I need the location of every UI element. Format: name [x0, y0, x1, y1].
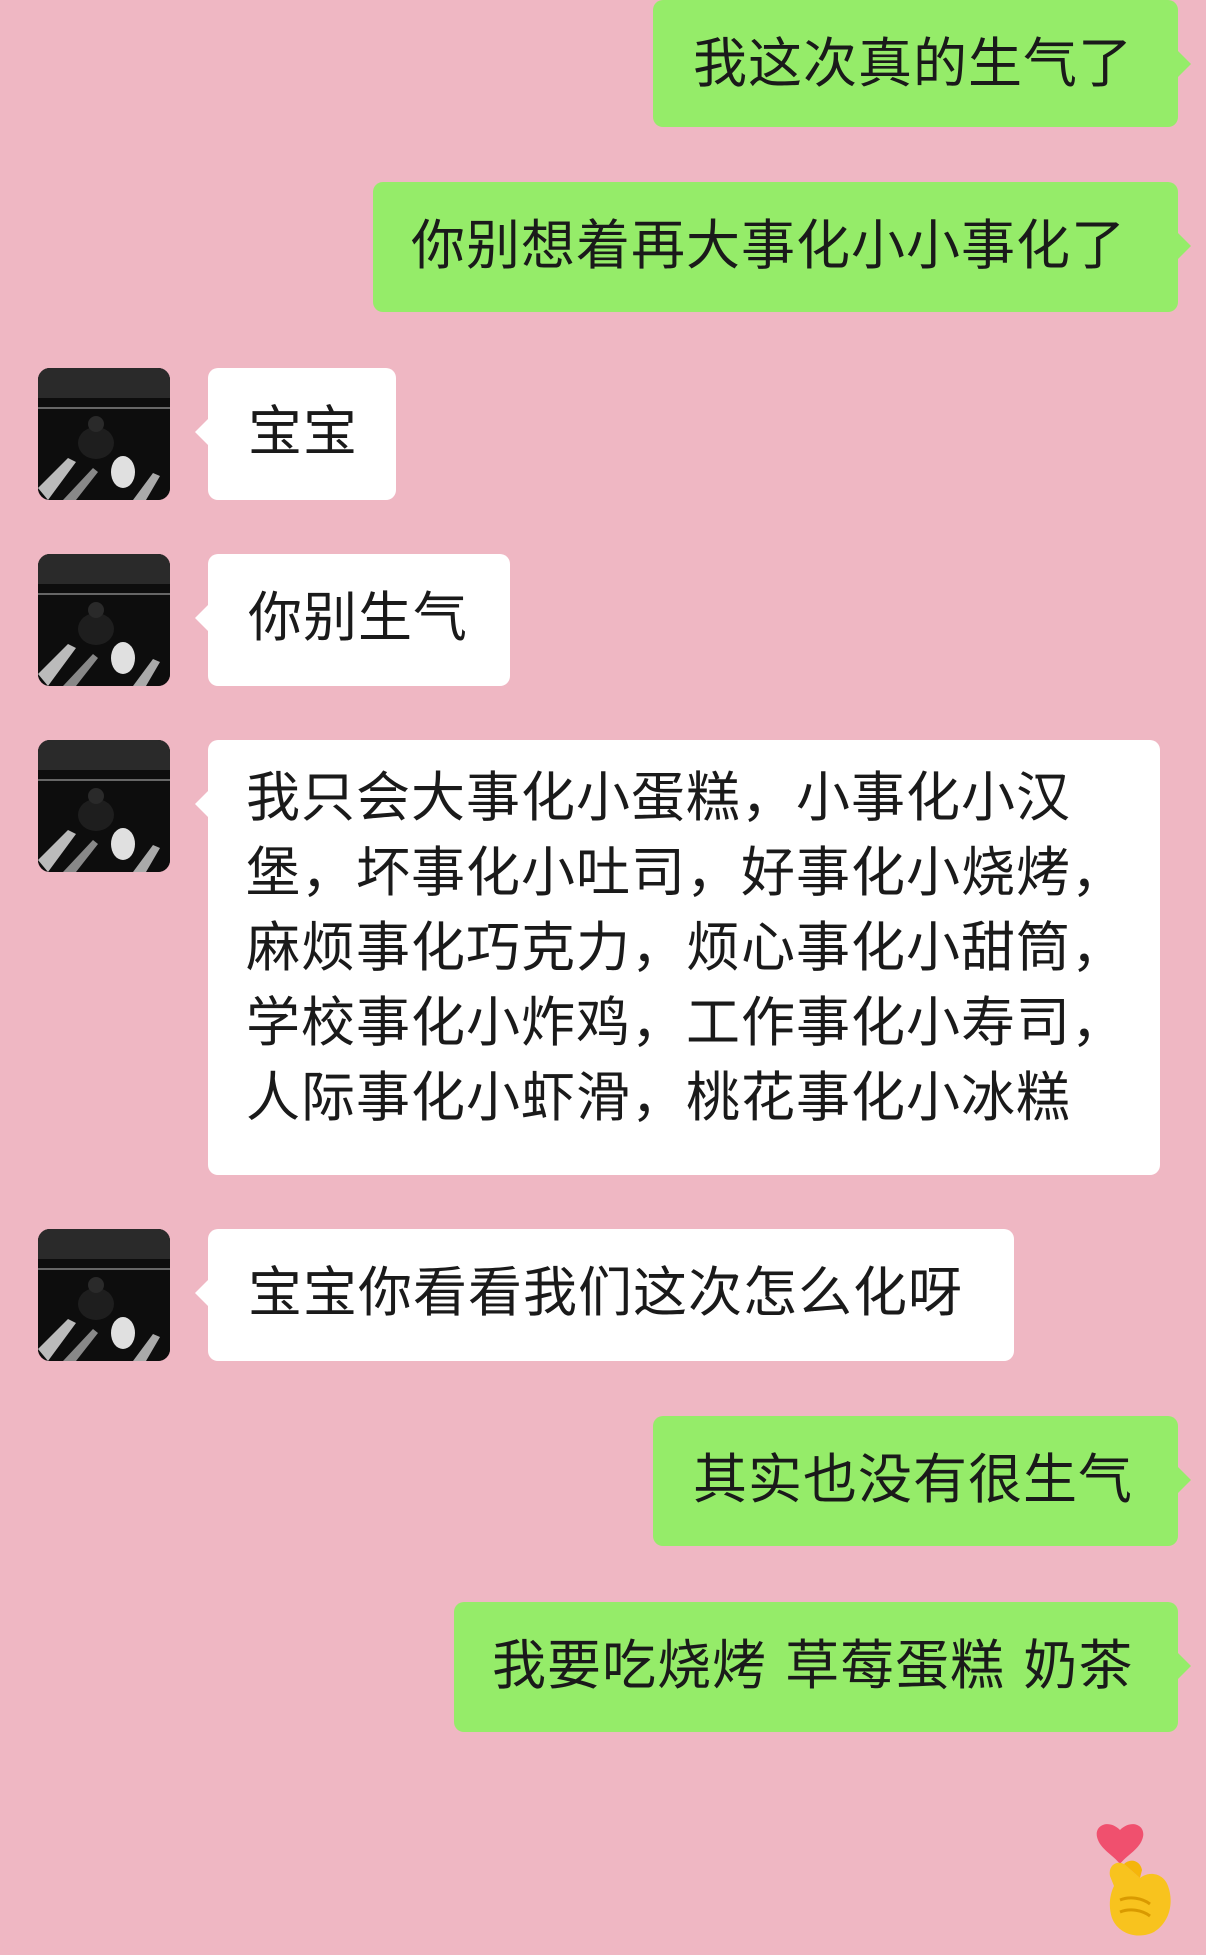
message-text: 你别生气	[248, 586, 468, 649]
avatar-photo-icon	[38, 740, 170, 872]
message-text: 宝宝	[248, 400, 358, 463]
message-text-line: 堡，坏事化小吐司，好事化小烧烤，	[246, 841, 1126, 904]
contact-avatar[interactable]	[38, 740, 170, 872]
sent-message-bubble[interactable]: 我要吃烧烤 草莓蛋糕 奶茶	[454, 1602, 1191, 1732]
contact-avatar[interactable]	[38, 554, 170, 686]
avatar-photo-icon	[38, 554, 170, 686]
message-text-line: 我只会大事化小蛋糕，小事化小汉	[246, 766, 1071, 829]
message-text-line: 麻烦事化巧克力，烦心事化小甜筒，	[246, 916, 1126, 979]
chat-area: 我这次真的生气了 你别想着再大事化小小事化了 宝宝 你别生气 我只会大事化小蛋糕…	[0, 0, 1206, 1955]
avatar-photo-icon	[38, 1229, 170, 1361]
sent-message-bubble[interactable]: 我这次真的生气了	[653, 0, 1191, 127]
received-message-bubble[interactable]: 宝宝	[195, 368, 396, 500]
contact-avatar[interactable]	[38, 1229, 170, 1361]
received-message-bubble[interactable]: 我只会大事化小蛋糕，小事化小汉 堡，坏事化小吐司，好事化小烧烤， 麻烦事化巧克力…	[195, 740, 1160, 1175]
avatar-photo-icon	[38, 368, 170, 500]
message-text: 我这次真的生气了	[693, 32, 1133, 95]
received-message-bubble[interactable]: 你别生气	[195, 554, 510, 686]
contact-avatar[interactable]	[38, 368, 170, 500]
message-text-line: 学校事化小炸鸡，工作事化小寿司，	[246, 991, 1126, 1054]
sent-message-bubble[interactable]: 你别想着再大事化小小事化了	[373, 182, 1191, 312]
message-text: 宝宝你看看我们这次怎么化呀	[248, 1261, 963, 1324]
received-message-bubble[interactable]: 宝宝你看看我们这次怎么化呀	[195, 1229, 1014, 1361]
message-text: 你别想着再大事化小小事化了	[411, 214, 1126, 277]
message-text-line: 人际事化小虾滑，桃花事化小冰糕	[246, 1066, 1071, 1129]
message-text: 其实也没有很生气	[693, 1448, 1133, 1511]
finger-heart-emoji-icon	[1090, 1790, 1190, 1940]
sent-message-bubble[interactable]: 其实也没有很生气	[653, 1416, 1191, 1546]
message-text: 我要吃烧烤 草莓蛋糕 奶茶	[492, 1634, 1134, 1697]
